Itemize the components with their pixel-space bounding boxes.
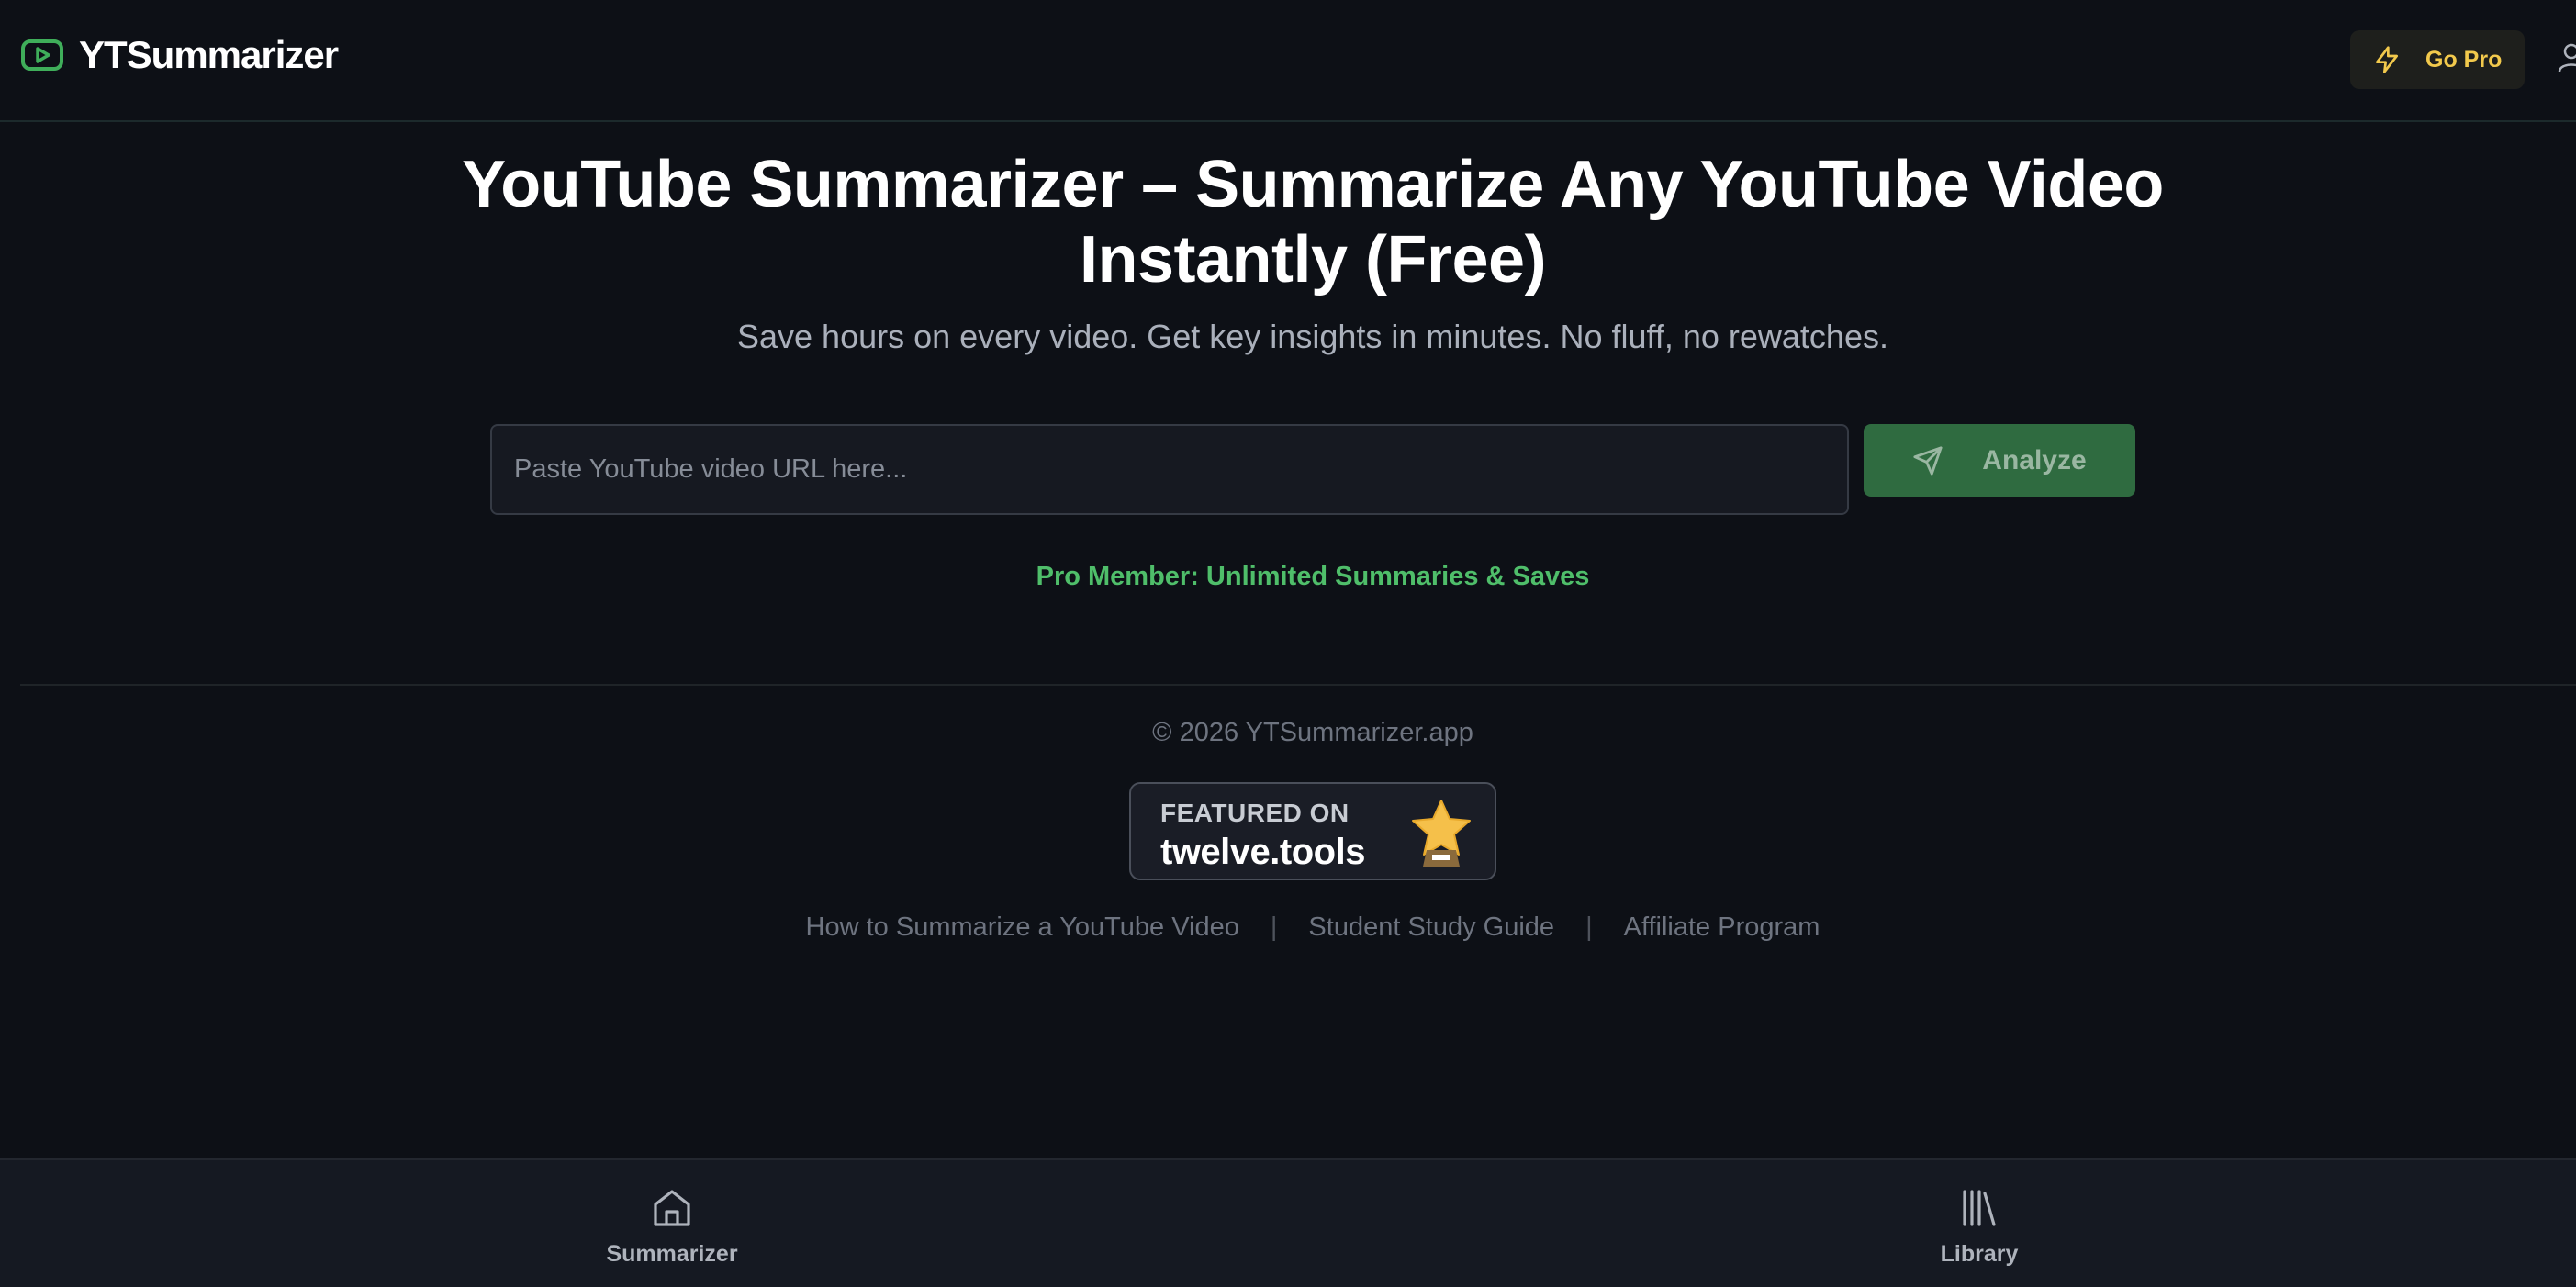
- nav-label-summarizer: Summarizer: [606, 1241, 738, 1267]
- page: YTSummarizer Go Pro YouTube Summarizer –…: [0, 0, 2576, 1287]
- brand-logo[interactable]: YTSummarizer: [20, 33, 339, 77]
- top-header: YTSummarizer Go Pro: [0, 0, 2576, 122]
- go-pro-button[interactable]: Go Pro: [2350, 30, 2525, 89]
- footer-divider: [20, 684, 2576, 686]
- home-icon: [654, 1190, 690, 1226]
- go-pro-label: Go Pro: [2425, 46, 2503, 73]
- featured-big-text: twelve.tools: [1160, 832, 1365, 872]
- brand-name: YTSummarizer: [79, 33, 339, 76]
- send-icon: [1913, 445, 1943, 476]
- youtube-url-input[interactable]: [490, 424, 1849, 515]
- library-icon: [1963, 1190, 1996, 1226]
- lightning-icon: [2376, 46, 2398, 73]
- footer-separator: |: [1585, 912, 1593, 942]
- play-square-icon: [21, 39, 63, 71]
- pro-member-status: Pro Member: Unlimited Summaries & Saves: [1036, 562, 1590, 591]
- footer-link-affiliate[interactable]: Affiliate Program: [1624, 912, 1820, 943]
- footer-link-how-to[interactable]: How to Summarize a YouTube Video: [806, 912, 1239, 943]
- copyright-text: © 2026 YTSummarizer.app: [1152, 718, 1473, 747]
- trophy-star-icon: [1412, 800, 1471, 867]
- nav-item-summarizer[interactable]: Summarizer: [571, 1186, 773, 1278]
- footer-separator: |: [1270, 912, 1278, 942]
- bottom-nav: Summarizer Library: [0, 1158, 2576, 1287]
- user-icon[interactable]: [2558, 42, 2576, 73]
- footer-link-study-guide[interactable]: Student Study Guide: [1308, 912, 1554, 943]
- featured-badge[interactable]: FEATURED ON twelve.tools: [1129, 782, 1496, 880]
- page-subtitle: Save hours on every video. Get key insig…: [737, 318, 1888, 355]
- nav-item-library[interactable]: Library: [1878, 1186, 2080, 1278]
- analyze-button[interactable]: Analyze: [1864, 424, 2135, 497]
- nav-label-library: Library: [1940, 1241, 2019, 1267]
- page-title: YouTube Summarizer – Summarize Any YouTu…: [462, 148, 2164, 297]
- analyze-label: Analyze: [1982, 444, 2087, 476]
- footer-links: How to Summarize a YouTube Video | Stude…: [459, 912, 2167, 943]
- featured-small-text: FEATURED ON: [1160, 799, 1350, 827]
